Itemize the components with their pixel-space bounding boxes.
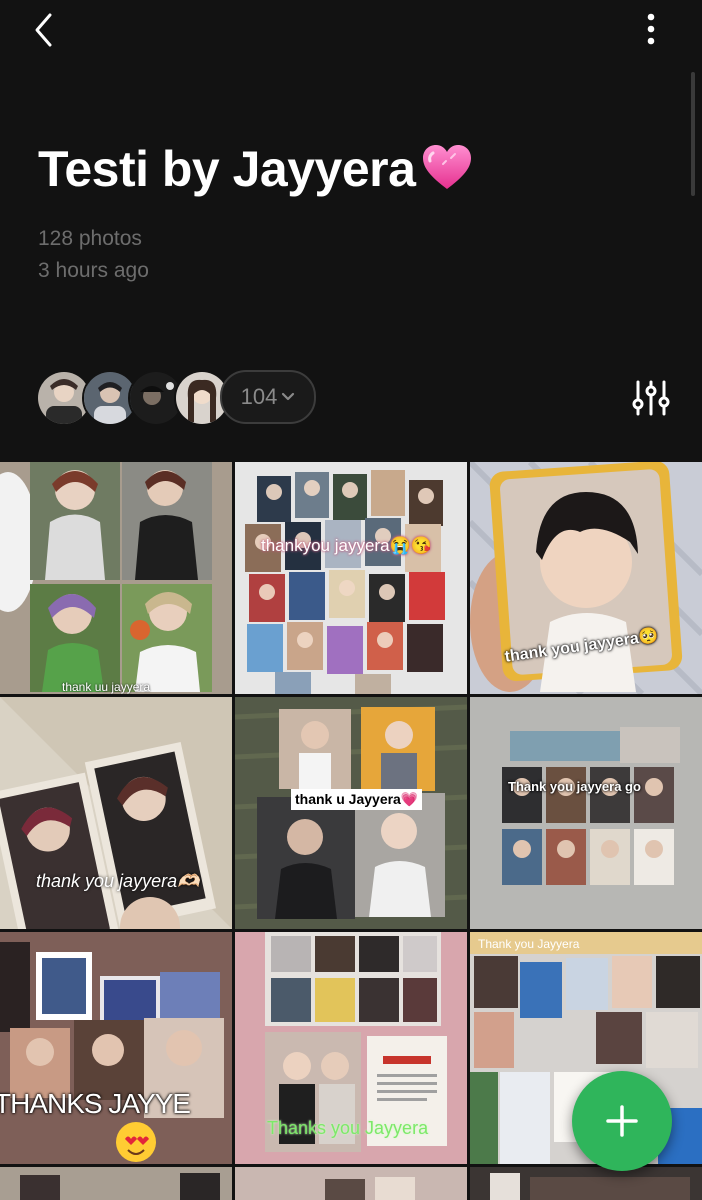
photo-tile[interactable]: thank u Jayyera💗 <box>235 697 467 929</box>
photo-tile[interactable]: Thank you jayyera go <box>470 697 702 929</box>
top-bar <box>0 0 702 60</box>
plus-icon <box>606 1105 638 1137</box>
photo-tile[interactable]: thank you jayyera🫶🏻 <box>0 697 232 929</box>
member-count: 104 <box>240 384 278 409</box>
photo-tile[interactable] <box>0 1167 232 1200</box>
photo-caption: thank u Jayyera💗 <box>291 789 423 810</box>
member-count-button[interactable]: 104 <box>220 370 316 424</box>
chevron-left-icon <box>35 13 52 47</box>
photo-count: 128 photos <box>38 227 142 250</box>
photo-caption: thank you jayyera🫶🏻 <box>36 871 200 891</box>
photo-tile[interactable]: thankyou jayyera😭😘 <box>235 462 467 694</box>
heart-emoji-icon <box>421 144 473 204</box>
updated-time: 3 hours ago <box>38 259 149 282</box>
album-title-text: Testi by Jayyera <box>38 141 416 197</box>
photo-tile[interactable] <box>235 1167 467 1200</box>
photo-tile[interactable] <box>470 1167 702 1200</box>
photo-caption: Thank you jayyera go <box>508 779 641 794</box>
photo-caption: Thanks you Jayyera <box>267 1118 429 1138</box>
sliders-icon <box>632 380 670 416</box>
photo-tile[interactable]: thank you jayyera🥺 <box>470 462 702 694</box>
album-meta: 128 photos 3 hours ago <box>38 223 149 287</box>
photo-caption: thank uu jayyera <box>62 680 151 694</box>
photo-caption: THANKS JAYYE <box>0 1088 191 1119</box>
add-photo-button[interactable] <box>572 1071 672 1171</box>
more-vertical-icon <box>647 13 655 45</box>
filter-button[interactable] <box>630 378 672 418</box>
photo-tile[interactable]: thank uu jayyera <box>0 462 232 694</box>
scroll-indicator[interactable] <box>691 72 695 196</box>
photo-tile[interactable]: THANKS JAYYE <box>0 932 232 1164</box>
album-title: Testi by Jayyera <box>38 140 473 204</box>
photo-caption: thankyou jayyera😭😘 <box>261 536 432 555</box>
more-options-button[interactable] <box>636 12 666 48</box>
photo-caption: Thank you Jayyera <box>478 937 580 951</box>
back-button[interactable] <box>30 12 60 48</box>
chevron-down-icon <box>282 392 295 401</box>
photo-tile[interactable]: Thanks you Jayyera <box>235 932 467 1164</box>
